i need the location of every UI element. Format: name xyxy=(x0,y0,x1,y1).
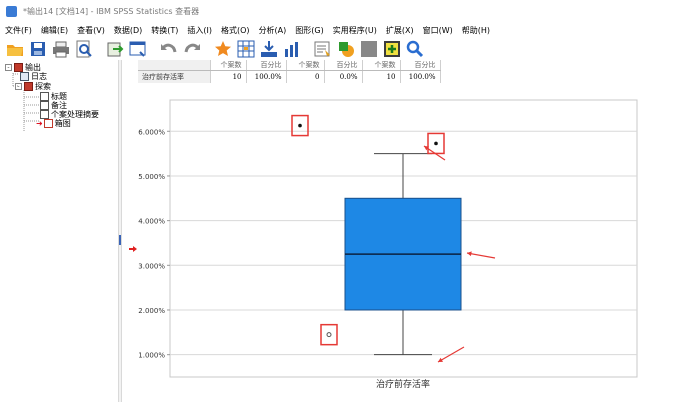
y-tick-label: 4.000% xyxy=(138,218,165,226)
outlier-point xyxy=(326,332,332,338)
menu-view[interactable]: 查看(V) xyxy=(77,25,105,36)
toolbar xyxy=(0,38,680,60)
current-item-arrow-icon: ➜ xyxy=(36,119,43,128)
outline-pane: - 输出 日志 - 探索 标题 备注 个案处理摘要 ➜ 箱图 xyxy=(0,60,118,402)
window-title: *输出14 [文档14] - IBM SPSS Statistics 查看器 xyxy=(23,6,200,16)
menu-window[interactable]: 窗口(W) xyxy=(423,25,453,36)
collapse-icon[interactable]: - xyxy=(5,64,12,71)
menu-edit[interactable]: 编辑(E) xyxy=(41,25,68,36)
explore-folder-icon xyxy=(24,82,33,91)
undo-icon[interactable] xyxy=(160,40,178,58)
chart-icon xyxy=(43,119,53,128)
print-preview-icon[interactable] xyxy=(75,40,93,58)
title-bar: *输出14 [文档14] - IBM SPSS Statistics 查看器 xyxy=(0,0,680,22)
pivot-icon[interactable] xyxy=(360,40,378,58)
tree-label-boxplot: 箱图 xyxy=(54,119,71,128)
tree-item-boxplot[interactable]: ➜ 箱图 xyxy=(36,118,71,129)
insert-output-icon[interactable] xyxy=(260,40,278,58)
menu-bar: 文件(F) 编辑(E) 查看(V) 数据(D) 转换(T) 插入(I) 格式(O… xyxy=(0,22,680,38)
outlier-point xyxy=(434,141,438,146)
charts-icon[interactable] xyxy=(283,40,301,58)
boxplot-chart[interactable]: 1.000% 2.000% 3.000% 4.000% 5.000% 6.000% 治疗前存… xyxy=(122,60,680,402)
open-icon[interactable] xyxy=(6,40,24,58)
show-all-icon[interactable] xyxy=(383,40,401,58)
log-icon xyxy=(20,72,29,81)
y-tick-label: 2.000% xyxy=(138,307,165,315)
menu-format[interactable]: 格式(O) xyxy=(221,25,250,36)
menu-data[interactable]: 数据(D) xyxy=(114,25,142,36)
save-icon[interactable] xyxy=(29,40,47,58)
print-icon[interactable] xyxy=(52,40,70,58)
annotation-arrow-head xyxy=(467,251,472,257)
x-axis-label: 治疗前存活率 xyxy=(376,378,430,390)
export-icon[interactable] xyxy=(106,40,124,58)
menu-insert[interactable]: 插入(I) xyxy=(187,25,212,36)
insert-text-icon[interactable] xyxy=(337,40,355,58)
menu-graphs[interactable]: 图形(G) xyxy=(295,25,323,36)
menu-analyze[interactable]: 分析(A) xyxy=(259,25,287,36)
search-icon[interactable] xyxy=(406,40,424,58)
spss-app-icon xyxy=(6,5,17,17)
y-tick-label: 3.000% xyxy=(138,262,165,270)
redo-icon[interactable] xyxy=(183,40,201,58)
menu-help[interactable]: 帮助(H) xyxy=(462,25,490,36)
collapse-icon[interactable]: - xyxy=(15,83,22,90)
menu-utilities[interactable]: 实用程序(U) xyxy=(333,25,377,36)
menu-transform[interactable]: 转换(T) xyxy=(151,25,178,36)
goto-variable-icon[interactable] xyxy=(237,40,255,58)
output-content-pane: 个案数 百分比 个案数 百分比 个案数 百分比 治疗前存活率 10 100.0%… xyxy=(122,60,680,402)
goto-data-icon[interactable] xyxy=(214,40,232,58)
recall-dialog-icon[interactable] xyxy=(129,40,147,58)
menu-extensions[interactable]: 扩展(X) xyxy=(386,25,414,36)
splitter-grip[interactable] xyxy=(119,235,121,245)
y-tick-label: 6.000% xyxy=(138,128,165,136)
y-tick-label: 1.000% xyxy=(138,352,165,360)
y-tick-label: 5.000% xyxy=(138,173,165,181)
menu-file[interactable]: 文件(F) xyxy=(5,25,32,36)
designate-window-icon[interactable] xyxy=(314,40,332,58)
outlier-point xyxy=(298,123,302,128)
